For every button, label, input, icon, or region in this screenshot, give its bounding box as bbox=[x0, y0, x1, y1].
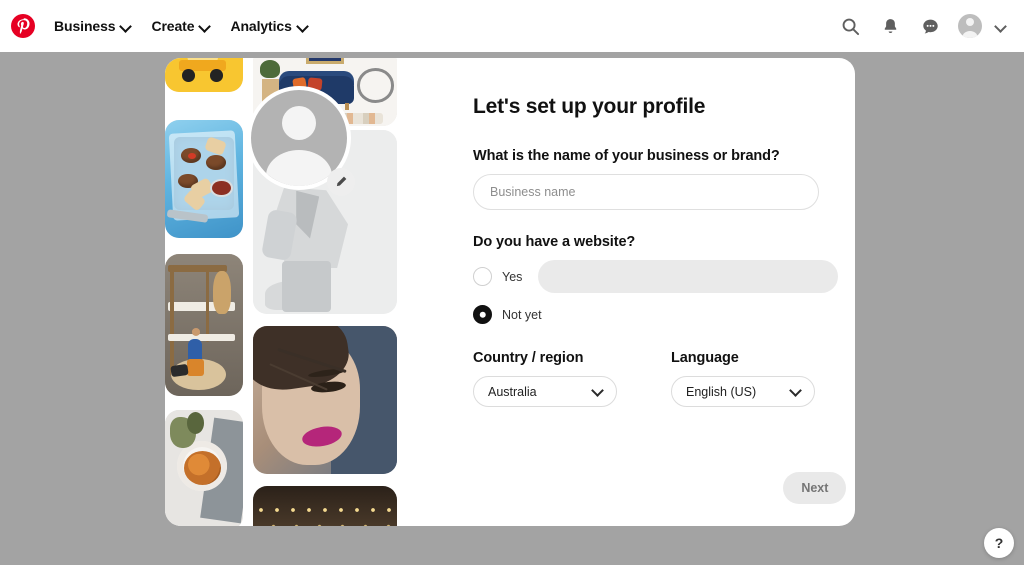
avatar bbox=[958, 14, 982, 38]
search-icon bbox=[842, 18, 859, 35]
language-field: Language English (US) bbox=[671, 350, 815, 407]
website-question: Do you have a website? bbox=[473, 234, 636, 250]
nav-item-create-label: Create bbox=[151, 18, 195, 34]
chevron-down-icon bbox=[298, 21, 308, 31]
account-button[interactable] bbox=[953, 9, 987, 43]
country-field: Country / region Australia bbox=[473, 350, 617, 407]
pinterest-logo[interactable] bbox=[10, 13, 36, 39]
nav-item-business[interactable]: Business bbox=[44, 12, 141, 40]
nav-item-business-label: Business bbox=[54, 18, 116, 34]
website-option-notyet-row: Not yet bbox=[473, 305, 838, 324]
chevron-down-icon[interactable] bbox=[995, 21, 1006, 32]
top-navigation-bar: Business Create Analytics bbox=[0, 0, 1024, 52]
country-select[interactable]: Australia bbox=[473, 376, 617, 407]
page-title: Let's set up your profile bbox=[473, 95, 706, 118]
country-select-value: Australia bbox=[488, 384, 537, 399]
collage-tile-kids-bunk-bed-room bbox=[165, 254, 243, 396]
avatar-edit-button[interactable] bbox=[327, 168, 355, 196]
avatar-body-shape bbox=[266, 150, 332, 186]
radio-website-yes[interactable] bbox=[473, 267, 492, 286]
nav-item-analytics[interactable]: Analytics bbox=[220, 12, 317, 40]
primary-nav: Business Create Analytics bbox=[44, 12, 318, 40]
website-url-input[interactable] bbox=[538, 260, 839, 293]
nav-item-create[interactable]: Create bbox=[141, 12, 220, 40]
help-button[interactable]: ? bbox=[984, 528, 1014, 558]
language-select[interactable]: English (US) bbox=[671, 376, 815, 407]
notifications-bell-icon bbox=[884, 18, 896, 33]
chevron-down-icon bbox=[791, 386, 802, 397]
chevron-down-icon bbox=[593, 386, 604, 397]
header-actions bbox=[833, 9, 1006, 43]
notifications-button[interactable] bbox=[873, 9, 907, 43]
locale-row: Country / region Australia Language Engl… bbox=[473, 350, 838, 407]
chevron-down-icon bbox=[121, 21, 131, 31]
nav-item-analytics-label: Analytics bbox=[230, 18, 292, 34]
chevron-down-icon bbox=[200, 21, 210, 31]
business-name-input[interactable] bbox=[473, 174, 819, 210]
pencil-edit-icon bbox=[336, 176, 347, 187]
avatar-head-shape bbox=[282, 106, 316, 140]
collage-tile-toy-truck-yellow bbox=[165, 58, 243, 92]
page-background: Let's set up your profile What is the na… bbox=[0, 52, 1024, 565]
language-label: Language bbox=[671, 350, 739, 366]
country-label: Country / region bbox=[473, 350, 584, 366]
collage-tile-woman-portrait bbox=[253, 326, 397, 474]
search-button[interactable] bbox=[833, 9, 867, 43]
business-name-question: What is the name of your business or bra… bbox=[473, 148, 780, 164]
collage-tile-noodle-bowl-overhead bbox=[165, 410, 243, 526]
messages-icon bbox=[922, 19, 938, 34]
collage-tile-food-plate-blue bbox=[165, 120, 243, 238]
collage-panel bbox=[165, 58, 405, 526]
profile-setup-card: Let's set up your profile What is the na… bbox=[165, 58, 855, 526]
collage-tile-string-lights-night bbox=[253, 486, 397, 526]
messages-button[interactable] bbox=[913, 9, 947, 43]
next-button[interactable]: Next bbox=[783, 472, 847, 504]
website-option-yes-row: Yes bbox=[473, 260, 839, 293]
radio-website-not-yet[interactable] bbox=[473, 305, 492, 324]
radio-website-yes-label: Yes bbox=[502, 269, 523, 284]
language-select-value: English (US) bbox=[686, 384, 757, 399]
radio-website-not-yet-label: Not yet bbox=[502, 307, 542, 322]
setup-form: Let's set up your profile What is the na… bbox=[405, 58, 855, 526]
